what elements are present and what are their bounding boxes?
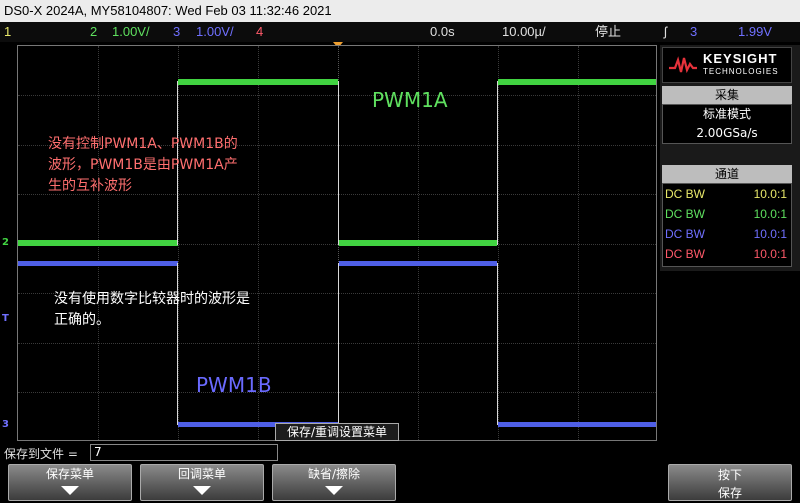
- save-file-label: 保存到文件 =: [4, 447, 78, 461]
- logo-text: KEYSIGHT: [703, 51, 778, 66]
- save-file-row: 保存到文件 = 7: [0, 443, 800, 463]
- pwm1a-trace-low: [339, 240, 497, 246]
- arrow-down-icon: [61, 486, 79, 495]
- sample-rate: 2.00GSa/s: [696, 126, 758, 140]
- pwm1a-trace-high: [178, 79, 338, 85]
- scope-status-bar: 1 2 1.00V/ 3 1.00V/ 4 0.0s 10.00µ/ 停止 ʃ …: [0, 22, 800, 42]
- window-title-bar: DS0-X 2024A, MY58104807: Wed Feb 03 11:3…: [0, 0, 800, 22]
- grid-line: [18, 392, 656, 393]
- channel-row-3[interactable]: DC BW 10.0:1: [663, 224, 791, 244]
- time-scale[interactable]: 10.00µ/: [502, 22, 546, 42]
- pwm1b-edge: [338, 263, 339, 425]
- acquire-header[interactable]: 采集: [662, 86, 792, 104]
- trigger-level-marker[interactable]: T: [0, 313, 11, 324]
- logo-subtext: TECHNOLOGIES: [703, 67, 779, 76]
- channels-panel[interactable]: DC BW 10.0:1 DC BW 10.0:1 DC BW 10.0:1 D…: [662, 183, 792, 267]
- keysight-wave-icon: [669, 56, 697, 74]
- pwm1a-label: PWM1A: [372, 88, 448, 112]
- grid-line: [18, 343, 656, 344]
- time-delay[interactable]: 0.0s: [430, 22, 455, 42]
- ch3-scale[interactable]: 1.00V/: [196, 22, 234, 42]
- ch4-label[interactable]: 4: [256, 22, 263, 42]
- pwm1a-trace-low: [18, 240, 178, 246]
- ch2-label[interactable]: 2: [90, 22, 97, 42]
- grid-line: [178, 46, 179, 440]
- acquire-mode: 标准模式: [702, 107, 751, 121]
- pwm1b-trace-high: [339, 261, 497, 266]
- pwm1b-edge: [497, 263, 498, 425]
- channels-header[interactable]: 通道: [662, 165, 792, 183]
- ch3-label[interactable]: 3: [173, 22, 180, 42]
- run-state[interactable]: 停止: [595, 22, 621, 42]
- ch2-ground-marker[interactable]: 2: [0, 237, 11, 248]
- channel-row-1[interactable]: DC BW 10.0:1: [663, 184, 791, 204]
- arrow-down-icon: [193, 486, 211, 495]
- acquire-panel[interactable]: 标准模式 2.00GSa/s: [662, 104, 792, 144]
- pwm1b-trace-low: [498, 422, 656, 427]
- save-menu-tooltip: 保存/重调设置菜单: [275, 423, 399, 441]
- save-menu-button[interactable]: 保存菜单: [8, 464, 132, 501]
- save-file-name-field[interactable]: 7: [90, 444, 278, 461]
- channel-row-4[interactable]: DC BW 10.0:1: [663, 244, 791, 264]
- grid-line: [578, 46, 579, 440]
- recall-menu-button[interactable]: 回调菜单: [140, 464, 264, 501]
- press-to-save-button[interactable]: 按下 保存: [668, 464, 792, 501]
- annotation-middle: 没有使用数字比较器时的波形是 正确的。: [54, 291, 250, 328]
- grid-line: [18, 95, 656, 96]
- pwm1b-trace-high: [18, 261, 178, 266]
- ch1-label[interactable]: 1: [4, 22, 11, 42]
- grid-line: [498, 46, 499, 440]
- pwm1b-label: PWM1B: [196, 373, 272, 397]
- waveform-display[interactable]: [17, 45, 657, 441]
- keysight-logo: KEYSIGHT TECHNOLOGIES: [662, 47, 792, 83]
- arrow-down-icon: [325, 486, 343, 495]
- pwm1a-trace-high: [498, 79, 656, 85]
- pwm1b-edge: [177, 263, 178, 425]
- ch2-scale[interactable]: 1.00V/: [112, 22, 150, 42]
- annotation-top: 没有控制PWM1A、PWM1B的 波形，PWM1B是由PWM1A产 生的互补波形: [48, 136, 238, 194]
- pwm1a-edge: [338, 81, 339, 245]
- default-erase-button[interactable]: 缺省/擦除: [272, 464, 396, 501]
- trigger-edge-icon: ʃ: [664, 24, 667, 39]
- pwm1a-edge: [497, 81, 498, 245]
- channel-row-2[interactable]: DC BW 10.0:1: [663, 204, 791, 224]
- ch3-ground-marker[interactable]: 3: [0, 419, 11, 430]
- trigger-source[interactable]: 3: [690, 22, 697, 42]
- trigger-level[interactable]: 1.99V: [738, 22, 772, 42]
